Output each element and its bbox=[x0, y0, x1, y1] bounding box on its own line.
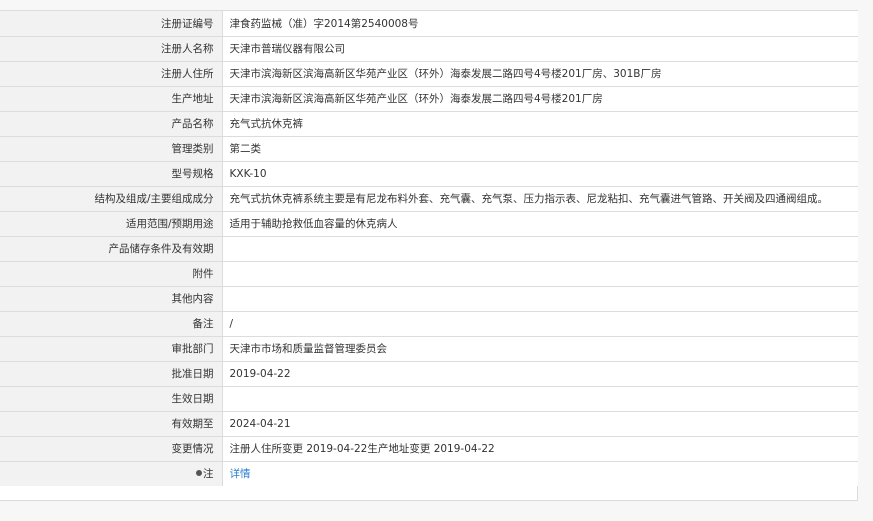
row-value-storage-validity bbox=[222, 236, 858, 262]
row-label-attachment: 附件 bbox=[0, 261, 223, 287]
row-label-registrant-name: 注册人名称 bbox=[0, 36, 223, 62]
row-value-management-category: 第二类 bbox=[222, 136, 858, 162]
table-row: 附件 bbox=[0, 261, 858, 287]
table-row: 适用范围/预期用途 适用于辅助抢救低血容量的休克病人 bbox=[0, 211, 858, 237]
table-row: 注 详情 bbox=[0, 461, 858, 486]
row-value-note: 详情 bbox=[222, 461, 858, 486]
table-row: 批准日期 2019-04-22 bbox=[0, 361, 858, 387]
registration-detail-panel: 注册证编号 津食药监械（准）字2014第2540008号 注册人名称 天津市普瑞… bbox=[0, 10, 858, 501]
row-value-structure-composition: 充气式抗休克裤系统主要是有尼龙布料外套、充气囊、充气泵、压力指示表、尼龙粘扣、充… bbox=[222, 186, 858, 212]
note-label-text: 注 bbox=[203, 468, 214, 481]
table-row: 注册人名称 天津市普瑞仪器有限公司 bbox=[0, 36, 858, 62]
row-value-registrant-address: 天津市滨海新区滨海高新区华苑产业区（环外）海泰发展二路四号4号楼201厂房、30… bbox=[222, 61, 858, 87]
table-row: 生产地址 天津市滨海新区滨海高新区华苑产业区（环外）海泰发展二路四号4号楼201… bbox=[0, 86, 858, 112]
row-label-change-history: 变更情况 bbox=[0, 436, 223, 462]
row-label-approval-date: 批准日期 bbox=[0, 361, 223, 387]
row-value-registrant-name: 天津市普瑞仪器有限公司 bbox=[222, 36, 858, 62]
row-value-approval-date: 2019-04-22 bbox=[222, 361, 858, 387]
row-value-change-history: 注册人住所变更 2019-04-22生产地址变更 2019-04-22 bbox=[222, 436, 858, 462]
table-row: 产品储存条件及有效期 bbox=[0, 236, 858, 262]
row-label-model-spec: 型号规格 bbox=[0, 161, 223, 187]
table-row: 变更情况 注册人住所变更 2019-04-22生产地址变更 2019-04-22 bbox=[0, 436, 858, 462]
row-label-structure-composition: 结构及组成/主要组成成分 bbox=[0, 186, 223, 212]
row-label-approval-department: 审批部门 bbox=[0, 336, 223, 362]
row-value-model-spec: KXK-10 bbox=[222, 161, 858, 187]
row-label-production-address: 生产地址 bbox=[0, 86, 223, 112]
table-row: 产品名称 充气式抗休克裤 bbox=[0, 111, 858, 137]
row-value-valid-until: 2024-04-21 bbox=[222, 411, 858, 437]
row-label-management-category: 管理类别 bbox=[0, 136, 223, 162]
row-label-note: 注 bbox=[0, 461, 223, 486]
table-row: 管理类别 第二类 bbox=[0, 136, 858, 162]
row-value-product-name: 充气式抗休克裤 bbox=[222, 111, 858, 137]
row-value-remarks: / bbox=[222, 311, 858, 337]
row-value-approval-department: 天津市市场和质量监督管理委员会 bbox=[222, 336, 858, 362]
table-row: 注册证编号 津食药监械（准）字2014第2540008号 bbox=[0, 11, 858, 37]
detail-link[interactable]: 详情 bbox=[230, 468, 251, 480]
row-label-registration-number: 注册证编号 bbox=[0, 11, 223, 37]
table-row: 注册人住所 天津市滨海新区滨海高新区华苑产业区（环外）海泰发展二路四号4号楼20… bbox=[0, 61, 858, 87]
pin-icon bbox=[196, 470, 202, 477]
table-row: 备注 / bbox=[0, 311, 858, 337]
table-row: 有效期至 2024-04-21 bbox=[0, 411, 858, 437]
row-value-intended-use: 适用于辅助抢救低血容量的休克病人 bbox=[222, 211, 858, 237]
registration-info-table: 注册证编号 津食药监械（准）字2014第2540008号 注册人名称 天津市普瑞… bbox=[0, 11, 858, 486]
row-value-production-address: 天津市滨海新区滨海高新区华苑产业区（环外）海泰发展二路四号4号楼201厂房 bbox=[222, 86, 858, 112]
table-row: 生效日期 bbox=[0, 386, 858, 412]
row-value-registration-number: 津食药监械（准）字2014第2540008号 bbox=[222, 11, 858, 37]
row-label-remarks: 备注 bbox=[0, 311, 223, 337]
row-label-effective-date: 生效日期 bbox=[0, 386, 223, 412]
row-label-product-name: 产品名称 bbox=[0, 111, 223, 137]
row-label-storage-validity: 产品储存条件及有效期 bbox=[0, 236, 223, 262]
row-label-registrant-address: 注册人住所 bbox=[0, 61, 223, 87]
table-row: 其他内容 bbox=[0, 286, 858, 312]
row-value-other-content bbox=[222, 286, 858, 312]
row-value-attachment bbox=[222, 261, 858, 287]
row-value-effective-date bbox=[222, 386, 858, 412]
table-row: 审批部门 天津市市场和质量监督管理委员会 bbox=[0, 336, 858, 362]
page-margin bbox=[858, 0, 873, 521]
table-row: 结构及组成/主要组成成分 充气式抗休克裤系统主要是有尼龙布料外套、充气囊、充气泵… bbox=[0, 186, 858, 212]
row-label-intended-use: 适用范围/预期用途 bbox=[0, 211, 223, 237]
row-label-other-content: 其他内容 bbox=[0, 286, 223, 312]
table-row: 型号规格 KXK-10 bbox=[0, 161, 858, 187]
row-label-valid-until: 有效期至 bbox=[0, 411, 223, 437]
